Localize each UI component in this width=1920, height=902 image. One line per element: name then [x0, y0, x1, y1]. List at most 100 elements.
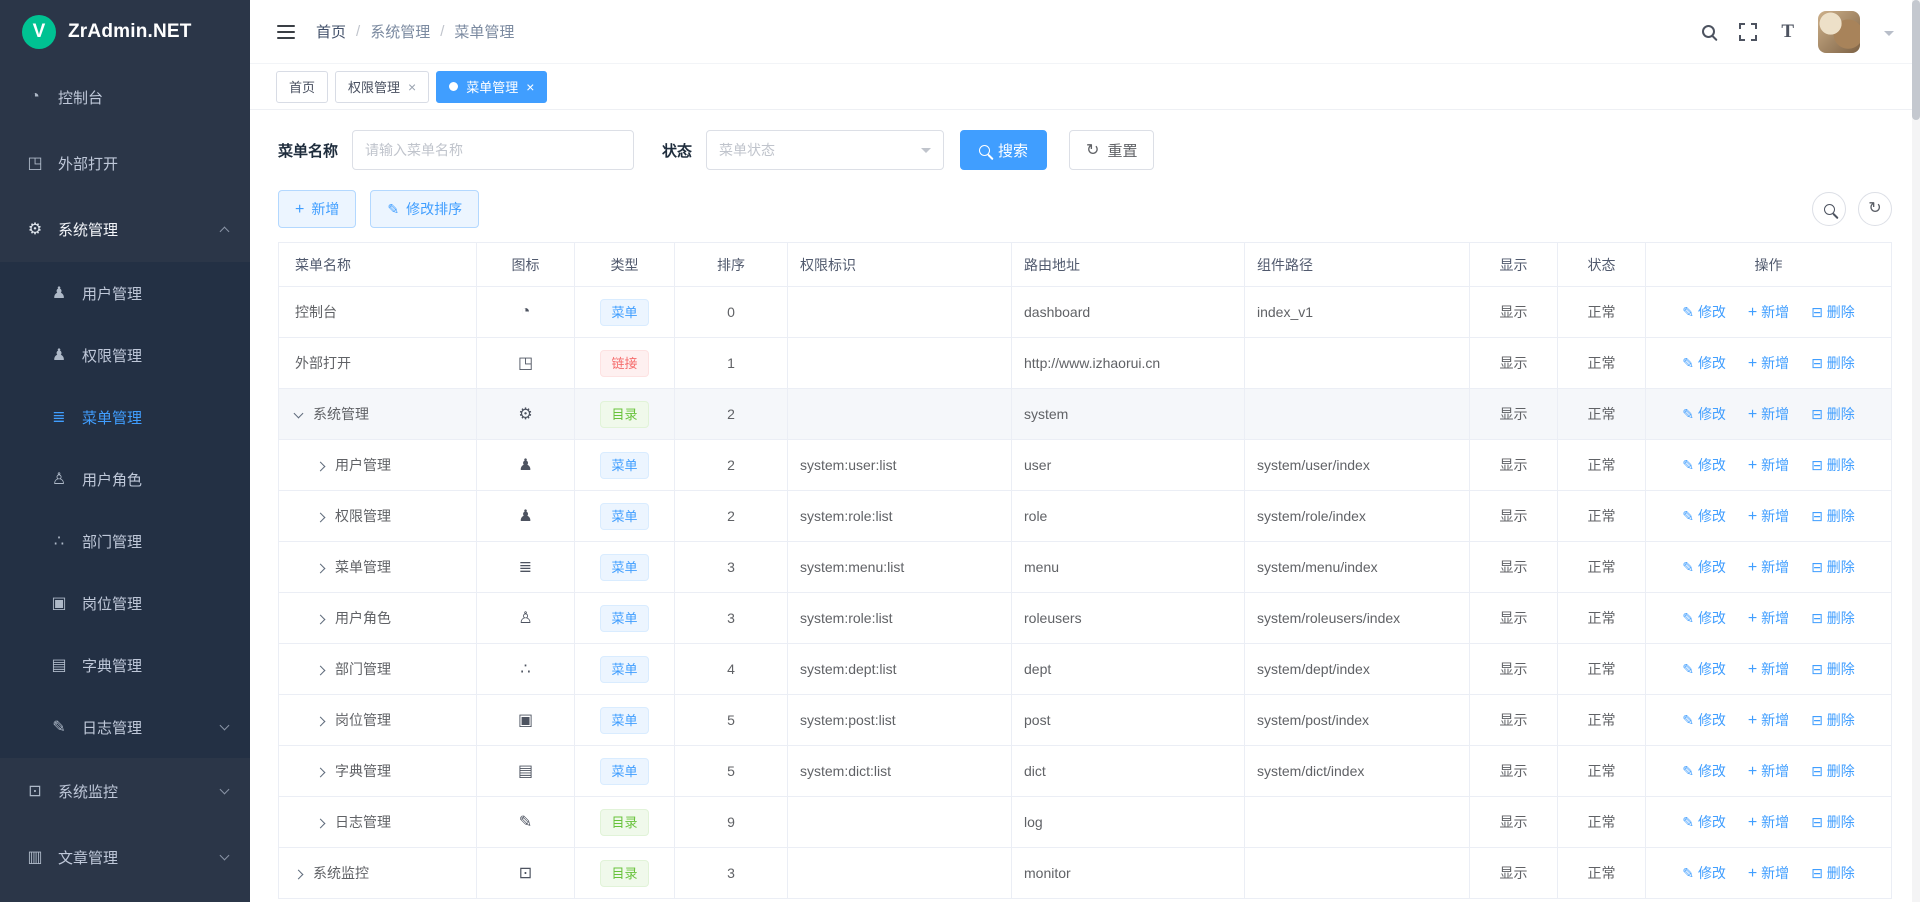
sidebar-item-depts[interactable]: 部门管理	[0, 510, 250, 572]
main-area: 首页 / 系统管理 / 菜单管理 首页 权限管理	[250, 0, 1920, 902]
scrollbar-thumb[interactable]	[1912, 0, 1920, 120]
edit-link[interactable]: 修改	[1682, 659, 1726, 679]
delete-link[interactable]: 删除	[1811, 353, 1855, 373]
add-link[interactable]: 新增	[1748, 404, 1789, 424]
edit-link[interactable]: 修改	[1682, 455, 1726, 475]
sort-edit-button[interactable]: 修改排序	[370, 190, 479, 228]
add-link[interactable]: 新增	[1748, 761, 1789, 781]
delete-link[interactable]: 删除	[1811, 455, 1855, 475]
log-icon	[519, 814, 532, 831]
sidebar-item-dashboard[interactable]: 控制台	[0, 64, 250, 130]
expand-chevron-icon[interactable]	[316, 768, 326, 778]
menu-name-input[interactable]	[352, 130, 634, 170]
edit-link[interactable]: 修改	[1682, 608, 1726, 628]
add-link[interactable]: 新增	[1748, 710, 1789, 730]
add-link[interactable]: 新增	[1748, 455, 1789, 475]
sidebar-item-dicts[interactable]: 字典管理	[0, 634, 250, 696]
refresh-icon	[1868, 201, 1881, 217]
perm-value: system:role:list	[788, 491, 1012, 542]
delete-link[interactable]: 删除	[1811, 557, 1855, 577]
menu-table: 菜单名称 图标 类型 排序 权限标识 路由地址 组件路径 显示 状态 操作 控	[278, 242, 1892, 899]
delete-link[interactable]: 删除	[1811, 608, 1855, 628]
add-link[interactable]: 新增	[1748, 353, 1789, 373]
add-link[interactable]: 新增	[1748, 812, 1789, 832]
add-button[interactable]: 新增	[278, 190, 356, 228]
sidebar-item-menus[interactable]: 菜单管理	[0, 386, 250, 448]
close-icon[interactable]	[526, 79, 534, 95]
edit-link[interactable]: 修改	[1682, 863, 1726, 883]
sidebar-item-monitor[interactable]: 系统监控	[0, 758, 250, 824]
delete-link[interactable]: 删除	[1811, 506, 1855, 526]
expand-chevron-icon[interactable]	[316, 615, 326, 625]
user-avatar[interactable]	[1818, 11, 1860, 53]
sidebar-item-articles[interactable]: 文章管理	[0, 824, 250, 890]
route-value: menu	[1012, 542, 1245, 593]
breadcrumb-item[interactable]: 系统管理	[370, 21, 430, 42]
expand-chevron-icon[interactable]	[316, 564, 326, 574]
edit-link[interactable]: 修改	[1682, 557, 1726, 577]
expand-chevron-icon[interactable]	[316, 819, 326, 829]
expand-chevron-icon[interactable]	[294, 870, 304, 880]
tab-menu-management[interactable]: 菜单管理	[436, 71, 547, 103]
app-logo[interactable]: V ZrAdmin.NET	[0, 0, 250, 64]
menu-name: 用户管理	[335, 457, 391, 473]
show-search-button[interactable]	[1812, 192, 1846, 226]
sidebar-toggle-icon[interactable]	[276, 24, 296, 40]
add-link[interactable]: 新增	[1748, 557, 1789, 577]
add-link[interactable]: 新增	[1748, 608, 1789, 628]
delete-link[interactable]: 删除	[1811, 302, 1855, 322]
status-select[interactable]: 菜单状态	[706, 130, 944, 170]
breadcrumb-item[interactable]: 菜单管理	[454, 21, 514, 42]
delete-link[interactable]: 删除	[1811, 761, 1855, 781]
edit-link[interactable]: 修改	[1682, 302, 1726, 322]
reset-button[interactable]: 重置	[1069, 130, 1154, 170]
expand-chevron-icon[interactable]	[316, 717, 326, 727]
expand-chevron-icon[interactable]	[316, 462, 326, 472]
sidebar-item-system[interactable]: 系统管理	[0, 196, 250, 262]
sidebar-item-external[interactable]: 外部打开	[0, 130, 250, 196]
search-icon[interactable]	[1702, 25, 1715, 38]
tab-role-management[interactable]: 权限管理	[335, 71, 429, 103]
perm-value	[788, 848, 1012, 899]
edit-link[interactable]: 修改	[1682, 812, 1726, 832]
article-icon	[24, 847, 46, 867]
expand-chevron-icon[interactable]	[316, 513, 326, 523]
font-size-icon[interactable]	[1781, 21, 1794, 43]
close-icon[interactable]	[408, 79, 416, 95]
delete-link[interactable]: 删除	[1811, 659, 1855, 679]
delete-link[interactable]: 删除	[1811, 404, 1855, 424]
sidebar-item-roles[interactable]: 权限管理	[0, 324, 250, 386]
edit-link[interactable]: 修改	[1682, 710, 1726, 730]
chevron-down-icon	[921, 148, 931, 158]
sidebar-item-posts[interactable]: 岗位管理	[0, 572, 250, 634]
breadcrumb-item[interactable]: 首页	[316, 21, 346, 42]
sidebar-item-user-roles[interactable]: 用户角色	[0, 448, 250, 510]
status-value: 正常	[1558, 797, 1646, 848]
sidebar-item-users[interactable]: 用户管理	[0, 262, 250, 324]
expand-chevron-icon[interactable]	[316, 666, 326, 676]
table-row: 用户管理 菜单 2 system:user:list user system/u…	[279, 440, 1892, 491]
delete-link[interactable]: 删除	[1811, 812, 1855, 832]
component-value: index_v1	[1245, 287, 1470, 338]
caret-down-icon[interactable]	[1884, 31, 1894, 41]
add-link[interactable]: 新增	[1748, 863, 1789, 883]
add-link[interactable]: 新增	[1748, 659, 1789, 679]
add-link[interactable]: 新增	[1748, 302, 1789, 322]
gear-icon	[518, 406, 532, 423]
sidebar-item-logs[interactable]: 日志管理	[0, 696, 250, 758]
page-scrollbar[interactable]	[1912, 0, 1920, 902]
delete-link[interactable]: 删除	[1811, 863, 1855, 883]
table-row: 外部打开 链接 1 http://www.izhaorui.cn 显示 正常 修…	[279, 338, 1892, 389]
refresh-button[interactable]	[1858, 192, 1892, 226]
tab-home[interactable]: 首页	[276, 71, 328, 103]
edit-link[interactable]: 修改	[1682, 761, 1726, 781]
expand-chevron-icon[interactable]	[294, 409, 304, 419]
fullscreen-icon[interactable]	[1739, 23, 1757, 41]
edit-link[interactable]: 修改	[1682, 506, 1726, 526]
delete-link[interactable]: 删除	[1811, 710, 1855, 730]
search-button[interactable]: 搜索	[960, 130, 1047, 170]
edit-link[interactable]: 修改	[1682, 353, 1726, 373]
add-link[interactable]: 新增	[1748, 506, 1789, 526]
edit-link[interactable]: 修改	[1682, 404, 1726, 424]
perm-value: system:menu:list	[788, 542, 1012, 593]
